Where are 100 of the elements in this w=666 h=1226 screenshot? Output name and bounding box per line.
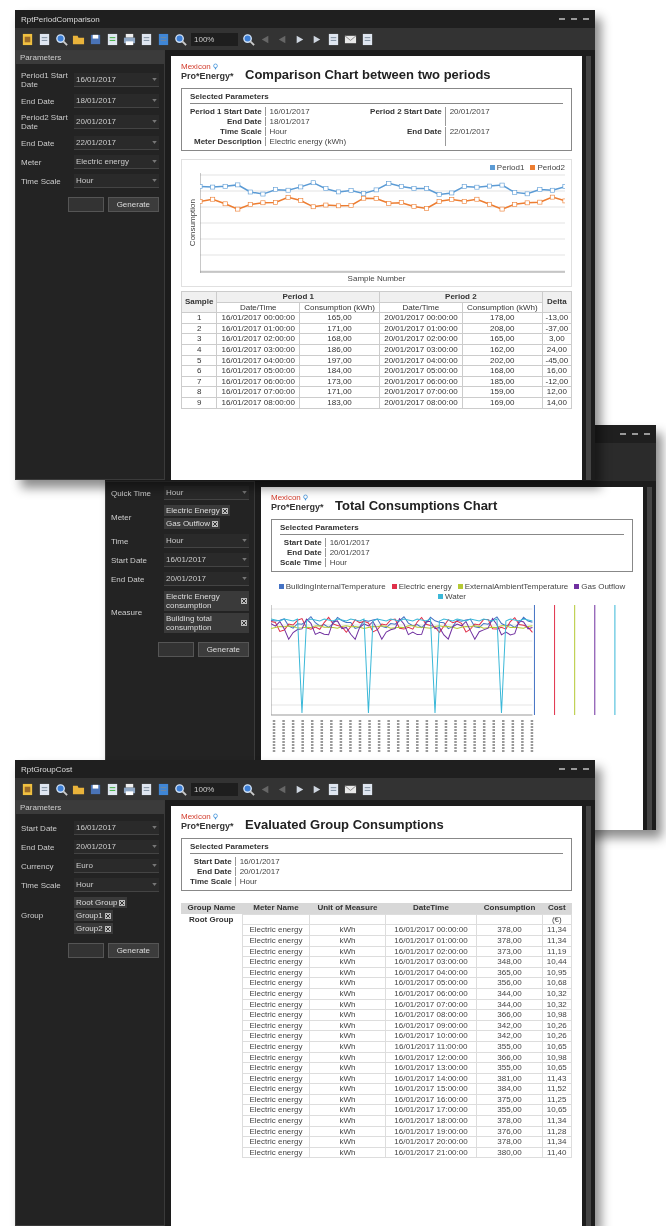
table-cell: 16/01/2017 06:00:00 (394, 988, 468, 998)
tag-chip[interactable]: Electric Energy (164, 505, 230, 516)
table-cell: 16/01/2017 17:00:00 (394, 1105, 468, 1115)
table-cell: 186,00 (327, 344, 352, 354)
table-cell: 16/01/2017 18:00:00 (394, 1116, 468, 1126)
document-icon[interactable] (361, 32, 374, 46)
tag-chip[interactable]: Group2 (74, 923, 113, 934)
close-icon[interactable] (104, 925, 111, 932)
table-cell: -45,00 (545, 355, 569, 365)
dropdown-field[interactable]: 20/01/2017 (74, 840, 159, 854)
data-point (487, 201, 492, 207)
printer-icon[interactable] (123, 782, 136, 796)
table-cell: kWh (339, 1031, 356, 1041)
table-cell: 184,00 (327, 366, 352, 376)
dropdown-field[interactable]: 20/01/2017 (164, 572, 249, 586)
column-header: Group Name (187, 903, 236, 913)
generate-button[interactable]: Generate (107, 943, 159, 958)
table-cell: 16/01/2017 15:00:00 (394, 1084, 468, 1094)
mail-icon[interactable] (344, 32, 357, 46)
table-cell: 342,00 (497, 1020, 522, 1030)
table-cell: 342,00 (497, 1031, 522, 1041)
document-icon[interactable] (140, 782, 153, 796)
close-icon[interactable] (221, 507, 228, 514)
table-cell: kWh (339, 1137, 356, 1147)
table-cell: kWh (339, 1094, 356, 1104)
document-icon[interactable] (38, 782, 51, 796)
column-header: Date/Time (402, 302, 440, 312)
table-cell: 348,00 (497, 957, 522, 967)
close-icon[interactable] (241, 620, 247, 626)
generate-button[interactable]: Generate (107, 197, 159, 212)
parameter-label: Meter (111, 512, 133, 522)
close-icon[interactable] (119, 899, 126, 906)
dropdown-field[interactable]: 22/01/2017 (74, 136, 159, 150)
document-icon[interactable] (140, 32, 153, 46)
dropdown-field[interactable]: 20/01/2017 (74, 115, 159, 129)
save-icon[interactable] (89, 32, 102, 46)
parameter-label: Time (111, 536, 130, 546)
parameter-label: End Date (190, 117, 266, 126)
search-icon[interactable] (55, 782, 68, 796)
document-icon[interactable] (327, 782, 340, 796)
close-icon[interactable] (241, 598, 247, 604)
dropdown-field[interactable]: Euro (74, 859, 159, 873)
tag-chip[interactable]: Group1 (74, 910, 113, 921)
table-cell: kWh (339, 1041, 356, 1051)
column-header: Consumption (kWh) (304, 302, 375, 312)
zoom-level-field[interactable]: 100% (191, 32, 238, 46)
document-icon[interactable] (327, 32, 340, 46)
table-cell: 10,98 (546, 1010, 567, 1020)
tag-chip[interactable]: Gas Outflow (164, 518, 220, 529)
caret-icon (242, 558, 247, 561)
search-icon[interactable] (174, 782, 187, 796)
table-cell: Electric energy (249, 1126, 303, 1136)
caret-icon (152, 864, 157, 867)
generate-button[interactable]: Generate (197, 642, 249, 657)
parameter-label: Measure (111, 607, 144, 617)
table-cell: 20/01/2017 06:00:00 (384, 376, 458, 386)
close-icon[interactable] (212, 520, 218, 527)
dropdown-field[interactable]: Hour (164, 534, 249, 548)
zoom-level-field[interactable]: 100% (191, 782, 238, 796)
report-icon[interactable] (21, 32, 34, 46)
document-icon[interactable] (106, 782, 119, 796)
parameter-label: End Date (21, 138, 56, 148)
mail-icon[interactable] (344, 782, 357, 796)
report-icon[interactable] (21, 782, 34, 796)
document-icon[interactable] (106, 32, 119, 46)
dropdown-field[interactable]: Hour (74, 174, 159, 188)
parameter-value: 18/01/2017 (269, 117, 311, 126)
search-icon[interactable] (242, 782, 255, 796)
printer-icon[interactable] (123, 32, 136, 46)
axis-title: Consumption (188, 199, 197, 247)
caret-icon (242, 539, 247, 542)
data-point (348, 203, 354, 208)
tag-chip[interactable]: Building total consumption (164, 613, 249, 633)
dropdown-field[interactable]: 16/01/2017 (164, 553, 249, 567)
table-cell: Electric energy (249, 957, 303, 967)
close-icon[interactable] (104, 912, 111, 919)
search-icon[interactable] (55, 32, 68, 46)
table-cell: 11,28 (547, 1126, 567, 1136)
dropdown-field[interactable]: 16/01/2017 (74, 73, 159, 87)
dropdown-field[interactable]: Hour (164, 486, 249, 500)
dropdown-field[interactable]: 16/01/2017 (74, 821, 159, 835)
lightbulb-icon (212, 813, 218, 820)
data-point (524, 191, 530, 197)
data-point (461, 184, 467, 189)
table-cell: 14,00 (546, 397, 567, 407)
dropdown-field[interactable]: Hour (74, 878, 159, 892)
document-icon[interactable] (361, 782, 374, 796)
column-header: Period 1 (282, 292, 314, 301)
dropdown-field[interactable]: Electric energy (74, 155, 159, 169)
search-icon[interactable] (174, 32, 187, 46)
legend-label: ExternalAmbientTemperature (464, 582, 569, 591)
table-cell: 344,00 (497, 999, 522, 1009)
tag-chip[interactable]: Electric Energy consumption (164, 591, 249, 611)
table-cell: kWh (339, 999, 356, 1009)
document-icon[interactable] (38, 32, 51, 46)
table-cell: Electric energy (249, 978, 303, 988)
dropdown-field[interactable]: 18/01/2017 (74, 94, 159, 108)
search-icon[interactable] (242, 32, 255, 46)
tag-chip[interactable]: Root Group (74, 897, 128, 908)
save-icon[interactable] (89, 782, 102, 796)
